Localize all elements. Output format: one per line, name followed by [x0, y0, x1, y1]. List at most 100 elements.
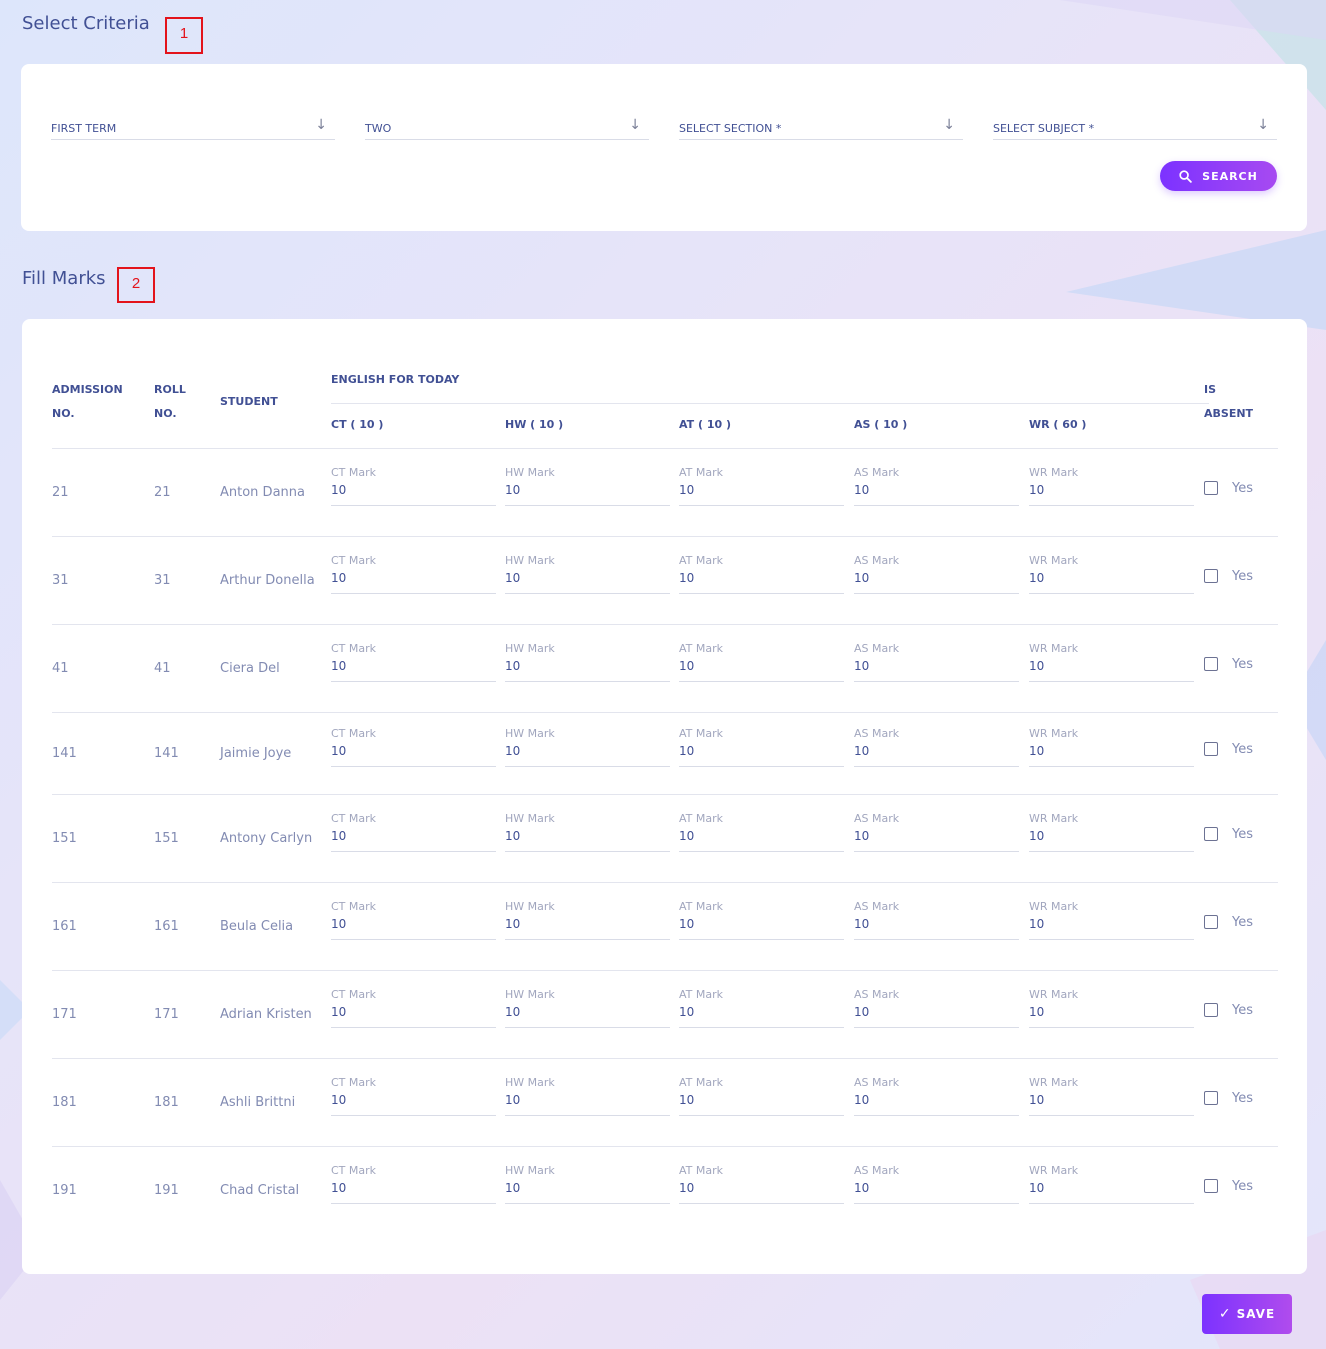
select-criteria-title: Select Criteria [22, 13, 150, 34]
mark-input[interactable]: CT Mark 10 [331, 900, 496, 940]
mark-input[interactable]: AS Mark 10 [854, 812, 1019, 852]
mark-input-label: HW Mark [505, 988, 555, 1001]
header-roll-line2: NO. [154, 407, 177, 420]
mark-input-value: 10 [505, 917, 521, 931]
is-absent-checkbox[interactable] [1204, 481, 1218, 495]
is-absent-label: Yes [1232, 569, 1253, 584]
mark-input[interactable]: HW Mark 10 [505, 1076, 670, 1116]
mark-input-value: 10 [854, 483, 870, 497]
mark-input[interactable]: WR Mark 10 [1029, 642, 1194, 682]
mark-input[interactable]: WR Mark 10 [1029, 988, 1194, 1028]
exam-select-value: FIRST TERM [51, 122, 117, 135]
header-part-4: WR ( 60 ) [1029, 418, 1087, 431]
mark-input[interactable]: CT Mark 10 [331, 466, 496, 506]
mark-input[interactable]: WR Mark 10 [1029, 1076, 1194, 1116]
is-absent-checkbox[interactable] [1204, 569, 1218, 583]
mark-input[interactable]: CT Mark 10 [331, 642, 496, 682]
mark-input[interactable]: AT Mark 10 [679, 988, 844, 1028]
is-absent-checkbox[interactable] [1204, 1091, 1218, 1105]
mark-input[interactable]: AS Mark 10 [854, 554, 1019, 594]
save-button[interactable]: ✓ SAVE [1202, 1294, 1292, 1334]
mark-input-value: 10 [679, 1005, 695, 1019]
class-select[interactable]: TWO ↓ [365, 117, 649, 140]
arrow-down-icon: ↓ [629, 117, 641, 133]
mark-input[interactable]: HW Mark 10 [505, 988, 670, 1028]
mark-input-value: 10 [505, 1093, 521, 1107]
arrow-down-icon: ↓ [1257, 117, 1269, 133]
mark-input[interactable]: CT Mark 10 [331, 988, 496, 1028]
mark-input[interactable]: AT Mark 10 [679, 727, 844, 767]
subject-select[interactable]: SELECT SUBJECT * ↓ [993, 117, 1277, 140]
is-absent-label: Yes [1232, 1179, 1253, 1194]
mark-input[interactable]: WR Mark 10 [1029, 1164, 1194, 1204]
is-absent-checkbox[interactable] [1204, 915, 1218, 929]
roll-no-cell: 151 [154, 831, 179, 846]
mark-input-value: 10 [1029, 571, 1045, 585]
section-select[interactable]: SELECT SECTION * ↓ [679, 117, 963, 140]
exam-select[interactable]: FIRST TERM ↓ [51, 117, 335, 140]
mark-input[interactable]: AT Mark 10 [679, 812, 844, 852]
mark-input[interactable]: HW Mark 10 [505, 1164, 670, 1204]
mark-input[interactable]: AT Mark 10 [679, 900, 844, 940]
mark-input[interactable]: AS Mark 10 [854, 1076, 1019, 1116]
mark-input[interactable]: AS Mark 10 [854, 642, 1019, 682]
mark-input[interactable]: WR Mark 10 [1029, 727, 1194, 767]
header-part-2: AT ( 10 ) [679, 418, 732, 431]
roll-no-cell: 141 [154, 746, 179, 761]
mark-input-value: 10 [1029, 1181, 1045, 1195]
table-row: 31 31 Arthur Donella CT Mark 10 HW Mark 10 AT M… [52, 537, 1278, 625]
search-button[interactable]: SEARCH [1160, 161, 1277, 191]
mark-input[interactable]: HW Mark 10 [505, 727, 670, 767]
mark-input[interactable]: CT Mark 10 [331, 1076, 496, 1116]
mark-input-value: 10 [331, 571, 347, 585]
mark-input-label: WR Mark [1029, 642, 1079, 655]
mark-input[interactable]: WR Mark 10 [1029, 900, 1194, 940]
mark-input-label: WR Mark [1029, 812, 1079, 825]
mark-input[interactable]: CT Mark 10 [331, 1164, 496, 1204]
mark-input-label: WR Mark [1029, 988, 1079, 1001]
mark-input[interactable]: HW Mark 10 [505, 812, 670, 852]
mark-input-value: 10 [854, 744, 870, 758]
mark-input-label: CT Mark [331, 466, 377, 479]
mark-input[interactable]: AT Mark 10 [679, 642, 844, 682]
mark-input[interactable]: CT Mark 10 [331, 554, 496, 594]
is-absent-checkbox[interactable] [1204, 1003, 1218, 1017]
mark-input[interactable]: WR Mark 10 [1029, 554, 1194, 594]
mark-input[interactable]: AS Mark 10 [854, 988, 1019, 1028]
mark-input[interactable]: HW Mark 10 [505, 900, 670, 940]
mark-input[interactable]: AT Mark 10 [679, 554, 844, 594]
mark-input[interactable]: WR Mark 10 [1029, 466, 1194, 506]
header-part-1: HW ( 10 ) [505, 418, 564, 431]
mark-input-value: 10 [331, 744, 347, 758]
mark-input[interactable]: AS Mark 10 [854, 1164, 1019, 1204]
student-name-cell: Ashli Brittni [220, 1095, 296, 1110]
section-select-value: SELECT SECTION * [679, 122, 782, 135]
mark-input[interactable]: CT Mark 10 [331, 727, 496, 767]
mark-input[interactable]: HW Mark 10 [505, 554, 670, 594]
mark-input[interactable]: CT Mark 10 [331, 812, 496, 852]
roll-no-cell: 31 [154, 573, 171, 588]
mark-input[interactable]: AT Mark 10 [679, 1076, 844, 1116]
mark-input[interactable]: AS Mark 10 [854, 900, 1019, 940]
is-absent-checkbox[interactable] [1204, 742, 1218, 756]
mark-input-label: HW Mark [505, 900, 555, 913]
admission-no-cell: 171 [52, 1007, 77, 1022]
is-absent-checkbox[interactable] [1204, 827, 1218, 841]
mark-input-label: CT Mark [331, 727, 377, 740]
mark-input[interactable]: AT Mark 10 [679, 466, 844, 506]
mark-input[interactable]: AS Mark 10 [854, 727, 1019, 767]
mark-input[interactable]: AS Mark 10 [854, 466, 1019, 506]
mark-input[interactable]: HW Mark 10 [505, 466, 670, 506]
mark-input-value: 10 [1029, 917, 1045, 931]
mark-input[interactable]: HW Mark 10 [505, 642, 670, 682]
is-absent-label: Yes [1232, 1003, 1253, 1018]
arrow-down-icon: ↓ [943, 117, 955, 133]
admission-no-cell: 161 [52, 919, 77, 934]
is-absent-checkbox[interactable] [1204, 657, 1218, 671]
mark-input[interactable]: AT Mark 10 [679, 1164, 844, 1204]
admission-no-cell: 21 [52, 485, 69, 500]
is-absent-checkbox[interactable] [1204, 1179, 1218, 1193]
mark-input-value: 10 [505, 744, 521, 758]
mark-input-value: 10 [505, 1005, 521, 1019]
mark-input[interactable]: WR Mark 10 [1029, 812, 1194, 852]
